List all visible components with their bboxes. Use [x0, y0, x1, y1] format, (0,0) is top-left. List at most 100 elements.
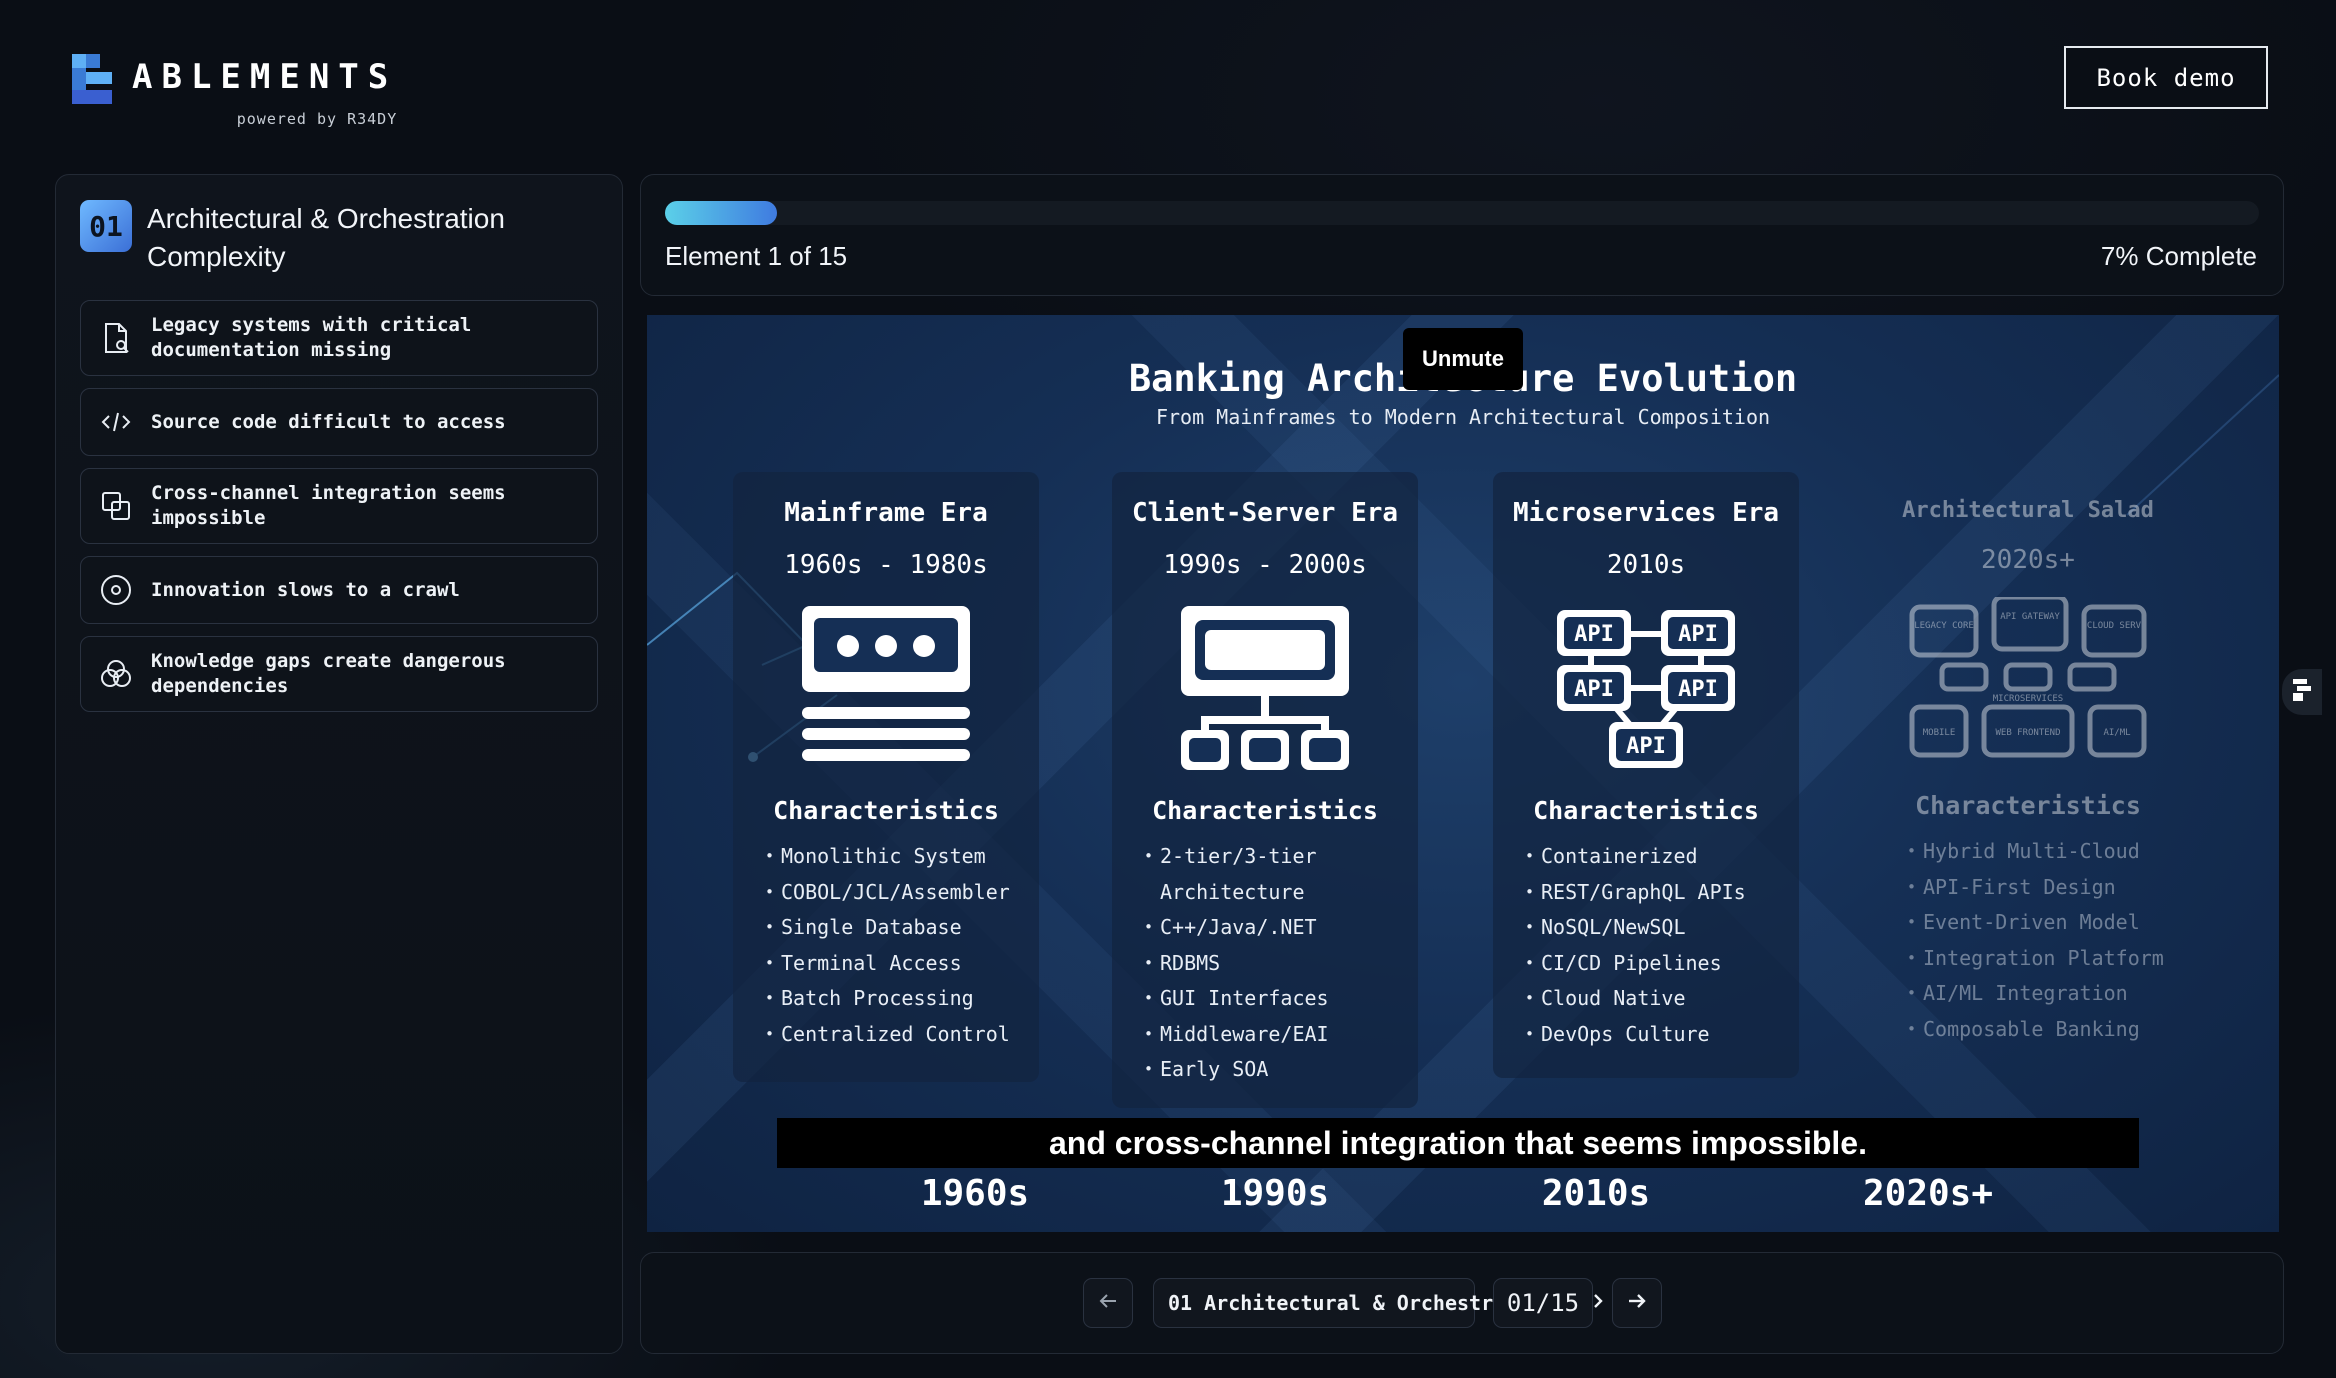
- list-item: Integration Platform: [1907, 941, 2181, 977]
- video-subtitle: From Mainframes to Modern Architectural …: [1155, 405, 1771, 429]
- era-heading: Characteristics: [1915, 791, 2141, 820]
- timeline-label: 2010s: [1541, 1173, 1651, 1214]
- section-number-badge: 01: [80, 200, 132, 252]
- logo-mark-icon: [72, 54, 112, 104]
- bottom-navigation: 01 Architectural & Orchestration C… 01/1…: [640, 1252, 2284, 1354]
- list-item: C++/Java/.NET: [1144, 910, 1418, 946]
- list-item: Hybrid Multi-Cloud: [1907, 834, 2181, 870]
- brand-mini-icon: [2293, 678, 2311, 706]
- sidebar-header: 01 Architectural & Orchestration Complex…: [56, 175, 622, 276]
- section-title: Architectural & Orchestration Complexity: [147, 203, 505, 272]
- sidebar-item-innovation[interactable]: Innovation slows to a crawl: [80, 556, 598, 624]
- previous-button[interactable]: [1083, 1278, 1133, 1328]
- sidebar: 01 Architectural & Orchestration Complex…: [55, 174, 623, 1354]
- list-item: Monolithic System: [765, 839, 1039, 875]
- brand-logo[interactable]: ABLEMENTS powered by R34DY: [72, 54, 397, 128]
- book-demo-button[interactable]: Book demo: [2064, 46, 2268, 109]
- api-label: API: [1678, 622, 1718, 647]
- era-name: Microservices Era: [1512, 498, 1780, 528]
- list-item: REST/GraphQL APIs: [1525, 875, 1799, 911]
- api-label: API: [1626, 734, 1666, 759]
- arrow-left-icon: [1097, 1290, 1119, 1317]
- element-counter: Element 1 of 15: [665, 241, 848, 271]
- era-years: 2010s: [1606, 550, 1686, 580]
- era-years: 1960s - 1980s: [784, 550, 988, 580]
- api-label: API: [1574, 622, 1614, 647]
- diagram-label: LEGACY CORE: [1914, 621, 1974, 631]
- arrow-right-icon: [1626, 1290, 1648, 1317]
- era-characteristics: Containerized REST/GraphQL APIs NoSQL/Ne…: [1493, 839, 1799, 1052]
- sidebar-list: Legacy systems with critical documentati…: [56, 276, 622, 712]
- timeline-label: 1960s: [920, 1173, 1030, 1214]
- api-network-icon: API API API API API: [1493, 602, 1799, 772]
- sidebar-item-knowledge-gaps[interactable]: Knowledge gaps create dangerous dependen…: [80, 636, 598, 712]
- overlapping-squares-icon: [99, 489, 133, 523]
- composable-architecture-icon: LEGACY CORE API GATEWAY CLOUD SERV MICRO…: [1875, 597, 2181, 767]
- era-card-microservices: Microservices Era 2010s API API API API …: [1493, 472, 1799, 1078]
- video-player[interactable]: Banking Architecture Evolution From Main…: [647, 315, 2279, 1232]
- era-heading: Characteristics: [1152, 796, 1378, 825]
- diagram-label: CLOUD SERV: [2087, 621, 2142, 631]
- list-item: Batch Processing: [765, 981, 1039, 1017]
- timeline-label: 1990s: [1220, 1173, 1330, 1214]
- list-item: Event-Driven Model: [1907, 905, 2181, 941]
- brand-name: ABLEMENTS: [132, 57, 398, 97]
- list-item: Centralized Control: [765, 1017, 1039, 1053]
- sidebar-item-label: Source code difficult to access: [151, 410, 506, 433]
- client-server-icon: [1112, 602, 1418, 772]
- list-item: GUI Interfaces: [1144, 981, 1418, 1017]
- next-button[interactable]: [1612, 1278, 1662, 1328]
- sidebar-item-source-code[interactable]: Source code difficult to access: [80, 388, 598, 456]
- page-counter: 01/15: [1493, 1278, 1593, 1328]
- diagram-label: MICROSERVICES: [1993, 694, 2063, 704]
- api-label: API: [1574, 677, 1614, 702]
- code-icon: [99, 405, 133, 439]
- unmute-button[interactable]: Unmute: [1403, 328, 1523, 390]
- era-name: Architectural Salad: [1902, 498, 2154, 523]
- era-characteristics: 2-tier/3-tier Architecture C++/Java/.NET…: [1112, 839, 1418, 1088]
- list-item: Cloud Native: [1525, 981, 1799, 1017]
- list-item: AI/ML Integration: [1907, 976, 2181, 1012]
- era-heading: Characteristics: [773, 796, 999, 825]
- list-item: Containerized: [1525, 839, 1799, 875]
- era-characteristics: Monolithic System COBOL/JCL/Assembler Si…: [733, 839, 1039, 1052]
- document-search-icon: [99, 321, 133, 355]
- list-item: COBOL/JCL/Assembler: [765, 875, 1039, 911]
- era-years: 2020s+: [1981, 545, 2075, 575]
- list-item: Middleware/EAI: [1144, 1017, 1418, 1053]
- list-item: CI/CD Pipelines: [1525, 946, 1799, 982]
- video-caption: and cross-channel integration that seems…: [777, 1118, 2139, 1168]
- sidebar-item-label: Knowledge gaps create dangerous dependen…: [151, 650, 506, 697]
- era-heading: Characteristics: [1533, 796, 1759, 825]
- mainframe-icon: [733, 602, 1039, 772]
- progress-track: [665, 201, 2259, 225]
- sidebar-item-label: Legacy systems with critical documentati…: [151, 314, 472, 361]
- diagram-label: API GATEWAY: [2000, 612, 2060, 622]
- side-panel-handle[interactable]: [2282, 669, 2322, 715]
- era-card-client-server: Client-Server Era 1990s - 2000s Characte…: [1112, 472, 1418, 1108]
- sidebar-item-legacy-systems[interactable]: Legacy systems with critical documentati…: [80, 300, 598, 376]
- list-item: Single Database: [765, 910, 1039, 946]
- era-years: 1990s - 2000s: [1163, 550, 1367, 580]
- sidebar-item-label: Cross-channel integration seems impossib…: [151, 482, 506, 529]
- list-item: Terminal Access: [765, 946, 1039, 982]
- api-label: API: [1678, 677, 1718, 702]
- section-selector[interactable]: 01 Architectural & Orchestration C…: [1153, 1278, 1604, 1328]
- progress-panel: Element 1 of 15 7% Complete: [640, 174, 2284, 296]
- list-item: Composable Banking: [1907, 1012, 2181, 1048]
- era-card-mainframe: Mainframe Era 1960s - 1980s Characterist…: [733, 472, 1039, 1082]
- timeline-label: 2020s+: [1862, 1173, 1994, 1214]
- list-item: API-First Design: [1907, 870, 2181, 906]
- page-counter-text: 01/15: [1506, 1289, 1580, 1317]
- overlapping-circles-icon: [99, 657, 133, 691]
- target-circle-icon: [99, 573, 133, 607]
- list-item: DevOps Culture: [1525, 1017, 1799, 1053]
- era-name: Client-Server Era: [1131, 498, 1399, 528]
- diagram-label: AI/ML: [2103, 728, 2130, 738]
- powered-by-text: powered by R34DY: [236, 110, 398, 128]
- era-timeline: 1960s 1990s 2010s 2020s+: [647, 1173, 2279, 1223]
- progress-fill: [665, 201, 777, 225]
- sidebar-item-cross-channel[interactable]: Cross-channel integration seems impossib…: [80, 468, 598, 544]
- list-item: 2-tier/3-tier Architecture: [1144, 839, 1418, 910]
- percent-complete: 7% Complete: [2100, 241, 2257, 271]
